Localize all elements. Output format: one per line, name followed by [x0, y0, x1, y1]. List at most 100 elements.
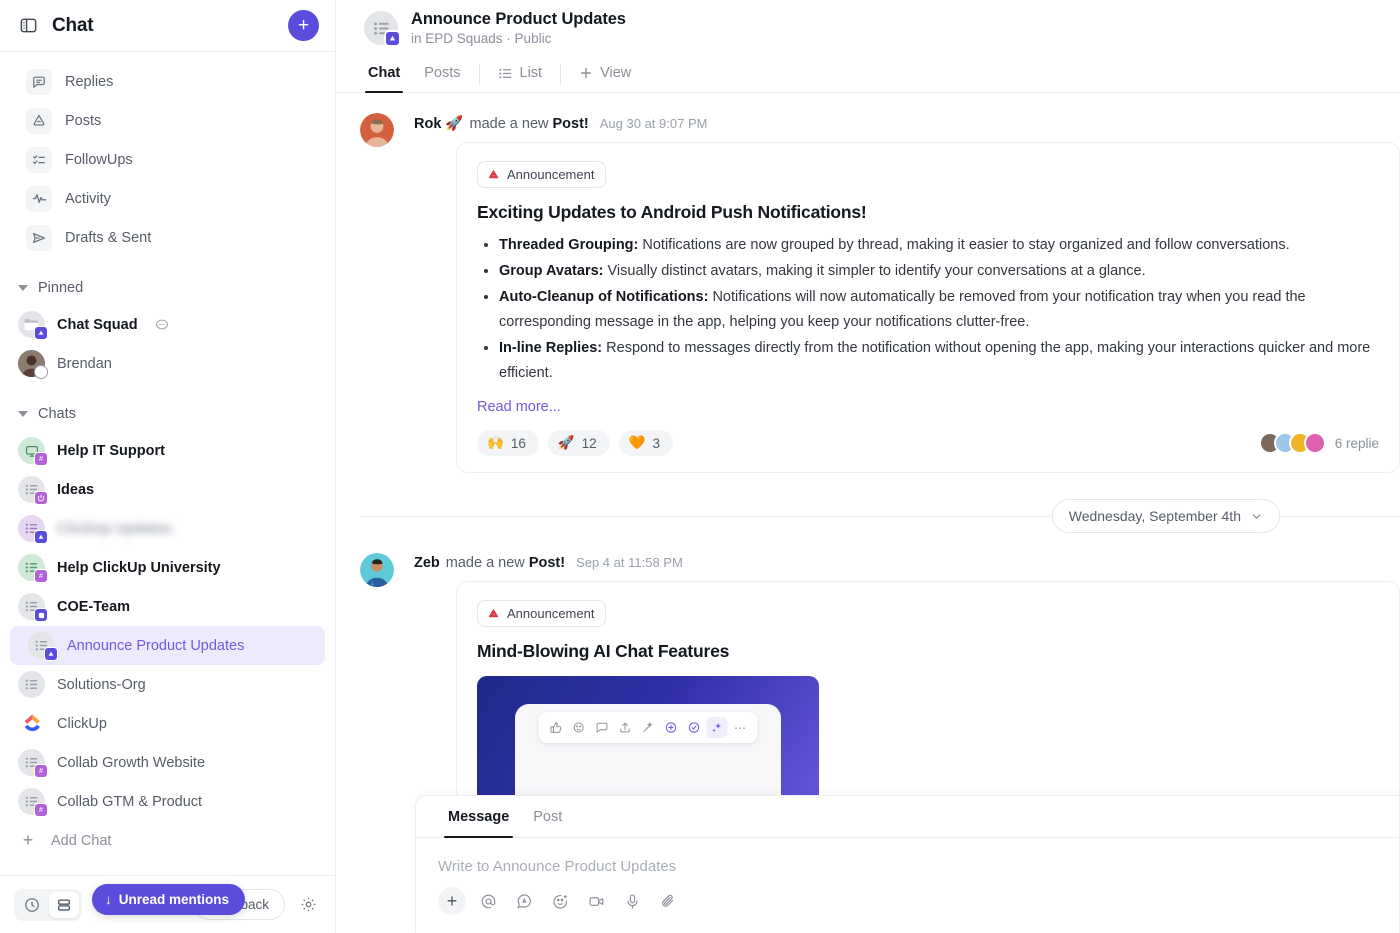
sidebar-item-posts[interactable]: Posts — [8, 101, 327, 140]
avatar[interactable] — [360, 553, 394, 587]
avatar: # — [18, 788, 48, 817]
post-action-prefix: made a new — [469, 116, 553, 132]
clickup-badge-icon — [384, 30, 401, 47]
new-chat-button[interactable]: + — [288, 10, 319, 41]
microphone-icon[interactable] — [618, 887, 646, 915]
emoji-icon[interactable] — [546, 887, 574, 915]
sidebar-item-blurred-chat[interactable]: ClickUp Updates — [0, 509, 325, 548]
composer-tab-label: Post — [533, 809, 563, 825]
list-item: Group Avatars: Visually distinct avatars… — [499, 259, 1379, 284]
status-badge[interactable]: Announcement — [477, 161, 607, 188]
replies-summary[interactable]: 6 replie — [1258, 432, 1379, 454]
message-composer: Message Post Write to Announce Product U… — [415, 795, 1400, 933]
sidebar-item-chat-squad[interactable]: Chat Squad — [0, 305, 325, 344]
sidebar-item-replies[interactable]: Replies — [8, 62, 327, 101]
panel-left-icon[interactable] — [18, 16, 38, 36]
reaction-chip[interactable]: 🙌 16 — [477, 430, 539, 456]
sidebar-item-collab-gtm-product[interactable]: # Collab GTM & Product — [0, 782, 325, 821]
read-more-link[interactable]: Read more... — [477, 399, 561, 415]
sidebar-item-announce-product-updates[interactable]: Announce Product Updates — [10, 626, 325, 665]
sidebar-item-label: Collab Growth Website — [57, 754, 206, 771]
tab-chat[interactable]: Chat — [356, 56, 412, 93]
avatar — [18, 350, 48, 379]
rocket-emoji: 🚀 — [557, 435, 575, 450]
reaction-chip[interactable]: 🧡 3 — [618, 430, 674, 456]
tab-list[interactable]: List — [486, 56, 555, 92]
post-timestamp: Aug 30 at 9:07 PM — [599, 116, 708, 131]
unread-mentions-label: Unread mentions — [118, 892, 230, 907]
hash-badge-icon: # — [34, 803, 48, 817]
sidebar-item-label: Announce Product Updates — [67, 637, 245, 654]
sidebar-title: Chat — [52, 14, 94, 36]
plus-icon[interactable]: + — [438, 887, 466, 915]
comment-icon — [592, 717, 613, 738]
sidebar-item-brendan[interactable]: Brendan — [0, 344, 325, 383]
tab-divider — [560, 64, 562, 84]
avatar[interactable] — [360, 113, 394, 147]
sidebar: Chat + Replies Posts FollowUps Activity … — [0, 0, 336, 933]
sidebar-item-activity[interactable]: Activity — [8, 179, 327, 218]
more-options-icon: ⋯ — [734, 720, 746, 735]
orange-heart-emoji: 🧡 — [628, 435, 646, 450]
message-input[interactable]: Write to Announce Product Updates — [416, 838, 1399, 881]
video-icon[interactable] — [582, 887, 610, 915]
tab-label: View — [600, 65, 632, 81]
post-action: made a new Post! — [446, 555, 565, 571]
clickup-badge-icon — [44, 647, 58, 661]
tab-add-view[interactable]: View — [567, 56, 643, 92]
tab-message[interactable]: Message — [438, 796, 519, 838]
chevron-down-icon — [18, 411, 28, 417]
mention-at-icon[interactable] — [474, 887, 502, 915]
date-chip[interactable]: Wednesday, September 4th — [1051, 499, 1280, 533]
reaction-chip[interactable]: 🚀 12 — [547, 430, 610, 456]
sidebar-item-help-it-support[interactable]: # Help IT Support — [0, 431, 325, 470]
tab-post[interactable]: Post — [523, 796, 572, 837]
gear-icon[interactable] — [295, 892, 321, 918]
post-title: Exciting Updates to Android Push Notific… — [477, 202, 867, 222]
post-title: Mind-Blowing AI Chat Features — [477, 641, 730, 661]
sidebar-item-solutions-org[interactable]: Solutions-Org — [0, 665, 325, 704]
raised-hands-emoji: 🙌 — [487, 435, 504, 450]
sidebar-item-drafts-sent[interactable]: Drafts & Sent — [8, 218, 327, 257]
unread-mentions-button[interactable]: ↓ Unread mentions — [92, 884, 246, 915]
list-item: Auto-Cleanup of Notifications: Notificat… — [499, 285, 1379, 335]
post-bullet-list: Threaded Grouping: Notifications are now… — [499, 233, 1379, 386]
chevron-down-icon — [1250, 510, 1263, 523]
sidebar-item-label: Collab GTM & Product — [57, 793, 203, 810]
post-author: Zeb — [414, 555, 440, 571]
channel-title-group: Announce Product Updates in EPD Squads ·… — [411, 10, 626, 46]
sidebar-item-clickup[interactable]: ClickUp — [0, 704, 325, 743]
rows-icon[interactable] — [49, 891, 79, 918]
sidebar-item-help-clickup-university[interactable]: # Help ClickUp University — [0, 548, 325, 587]
clock-icon[interactable] — [17, 892, 47, 918]
status-badge[interactable]: Announcement — [477, 600, 607, 627]
date-label: Wednesday, September 4th — [1068, 508, 1241, 524]
chat-app: Chat + Replies Posts FollowUps Activity … — [0, 0, 1400, 933]
sidebar-section-pinned[interactable]: Pinned — [0, 271, 335, 305]
avatar — [18, 671, 45, 698]
sidebar-item-followups[interactable]: FollowUps — [8, 140, 327, 179]
divider-line — [1280, 515, 1400, 517]
sidebar-item-label: COE-Team — [57, 598, 131, 615]
paper-plane-icon — [26, 224, 52, 251]
reply-count-label: 6 replie — [1334, 435, 1379, 451]
sidebar-section-chats[interactable]: Chats — [0, 397, 335, 431]
check-circle-icon — [684, 717, 705, 738]
sidebar-header: Chat + — [0, 0, 335, 52]
avatar: # — [18, 749, 48, 778]
sidebar-item-ideas[interactable]: Ideas — [0, 470, 325, 509]
attachment-clip-icon[interactable] — [654, 887, 682, 915]
ai-bubble-icon[interactable] — [510, 887, 538, 915]
sidebar-item-collab-growth-website[interactable]: # Collab Growth Website — [0, 743, 325, 782]
add-chat-button[interactable]: + Add Chat — [0, 821, 335, 860]
tab-posts[interactable]: Posts — [412, 56, 472, 92]
sidebar-item-coe-team[interactable]: COE-Team — [0, 587, 325, 626]
bullet-lead: Auto-Cleanup of Notifications: — [499, 289, 709, 305]
reaction-row: 🙌 16 🚀 12 🧡 3 6 replie — [477, 430, 1379, 456]
chevron-down-icon — [18, 285, 28, 291]
sidebar-item-label: Help IT Support — [57, 442, 165, 459]
megaphone-icon — [26, 107, 52, 134]
add-circle-icon — [661, 717, 682, 738]
sidebar-scroll-area[interactable]: Replies Posts FollowUps Activity Drafts … — [0, 52, 335, 875]
post-item: Rok 🚀 made a new Post! Aug 30 at 9:07 PM… — [336, 93, 1400, 473]
